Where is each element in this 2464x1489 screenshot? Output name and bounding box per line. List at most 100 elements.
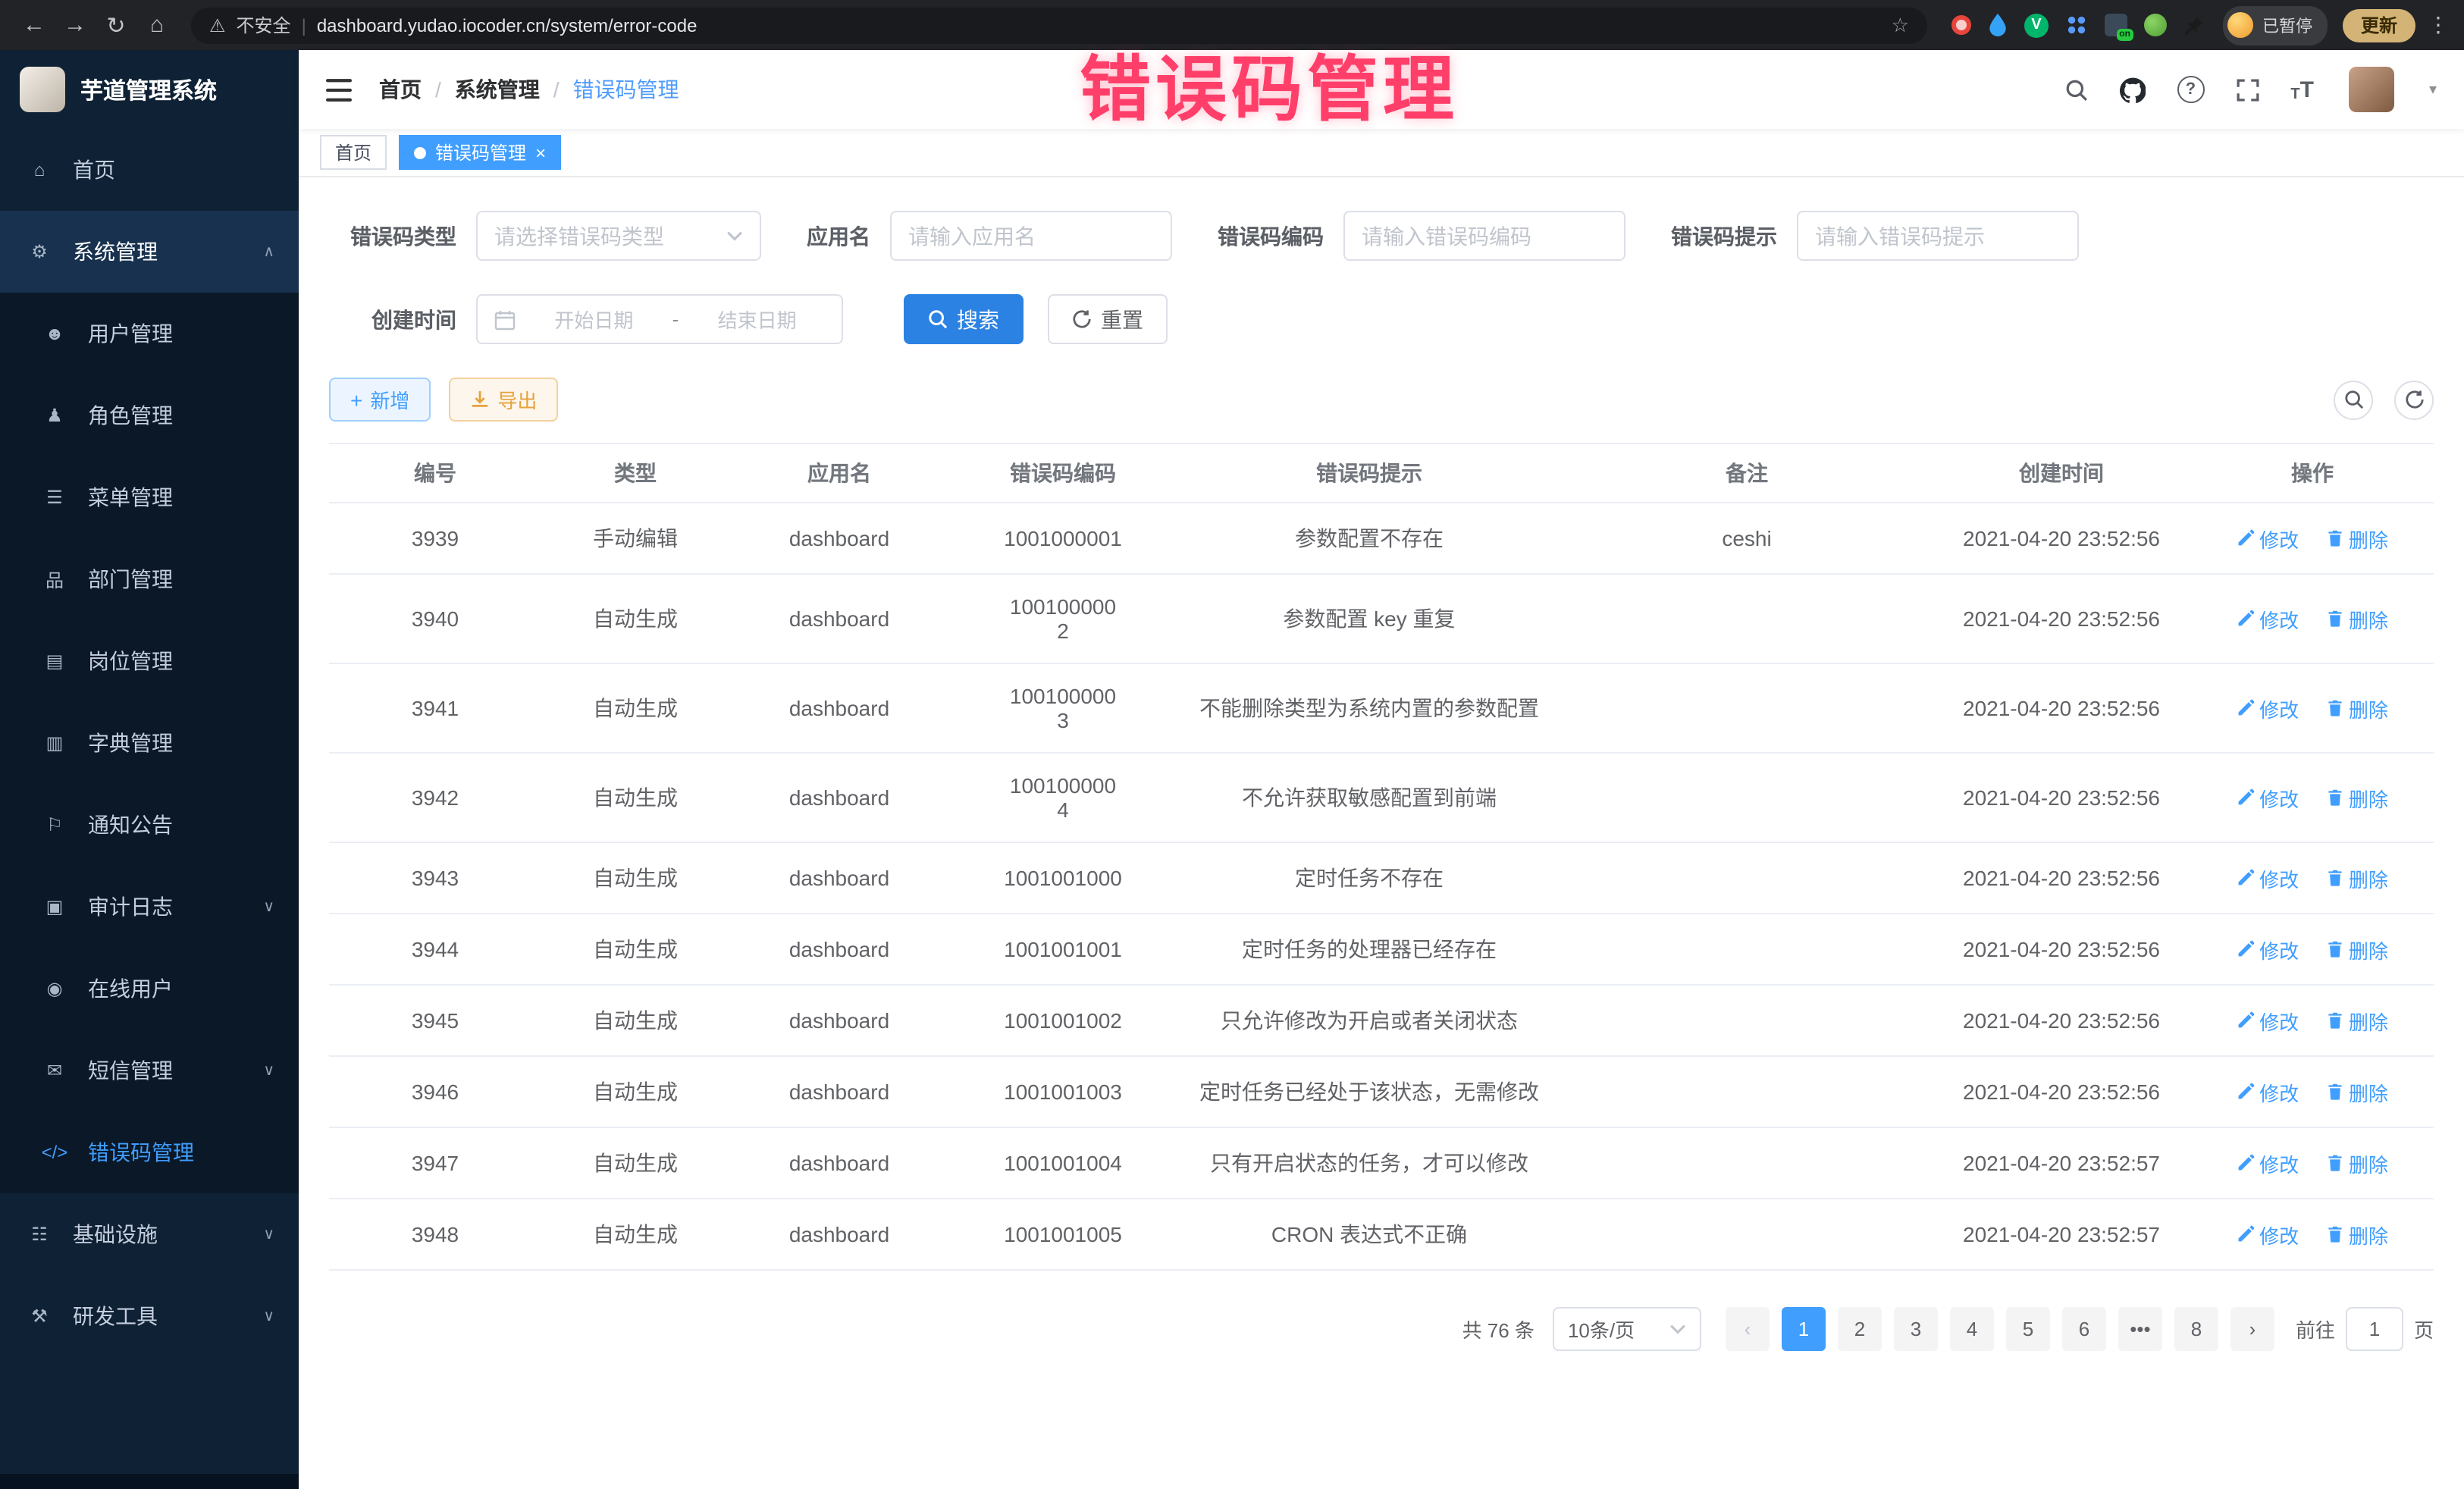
page-tab[interactable]: 首页 ×: [320, 135, 387, 170]
sidebar-item-menu-management[interactable]: ☰ 菜单管理: [0, 456, 299, 538]
edit-link[interactable]: 修改: [2237, 864, 2299, 892]
error-hint-input[interactable]: [1797, 211, 2079, 261]
page-number-button[interactable]: 8: [2174, 1307, 2218, 1351]
tab-close-icon[interactable]: ×: [535, 143, 546, 161]
sms-icon: ✉: [39, 1060, 70, 1081]
extension-red-ring-icon[interactable]: [1951, 15, 1971, 35]
browser-menu-icon[interactable]: ⋮: [2428, 12, 2449, 38]
page-tab[interactable]: 错误码管理 ×: [399, 135, 561, 170]
delete-link[interactable]: 删除: [2326, 935, 2388, 964]
page-number-button[interactable]: •••: [2118, 1307, 2162, 1351]
tab-label: 错误码管理: [435, 139, 526, 165]
page-unit-label: 页: [2414, 1315, 2434, 1343]
page-number-button[interactable]: 1: [1782, 1307, 1826, 1351]
extension-v-icon[interactable]: V: [2024, 13, 2049, 37]
toggle-search-icon[interactable]: [2334, 380, 2373, 419]
cell-time: 2021-04-20 23:52:56: [1932, 663, 2191, 753]
breadcrumb-item[interactable]: 错误码管理 /: [573, 74, 679, 105]
edit-link[interactable]: 修改: [2237, 1077, 2299, 1106]
sidebar-item-department-management[interactable]: 品 部门管理: [0, 538, 299, 620]
delete-link[interactable]: 删除: [2326, 864, 2388, 892]
help-icon[interactable]: ?: [2177, 76, 2204, 103]
cell-id: 3947: [329, 1127, 541, 1199]
app-name-input[interactable]: [890, 211, 1172, 261]
sidebar-item-system-management[interactable]: ⚙ 系统管理 ∧: [0, 211, 299, 293]
delete-link[interactable]: 删除: [2326, 524, 2388, 553]
app-logo-row[interactable]: 芋道管理系统: [0, 50, 299, 129]
reset-button[interactable]: 重置: [1048, 294, 1168, 344]
goto-page-input[interactable]: [2346, 1307, 2403, 1351]
sidebar-item-role-management[interactable]: ♟ 角色管理: [0, 375, 299, 456]
reload-icon[interactable]: ↻: [97, 6, 135, 44]
edit-link[interactable]: 修改: [2237, 1220, 2299, 1249]
back-icon[interactable]: ←: [15, 6, 53, 44]
edit-link[interactable]: 修改: [2237, 783, 2299, 812]
sync-paused-badge: 已暂停: [2262, 13, 2312, 37]
next-page-button[interactable]: ›: [2230, 1307, 2274, 1351]
add-button[interactable]: + 新增: [329, 378, 431, 422]
edit-link[interactable]: 修改: [2237, 524, 2299, 553]
delete-link[interactable]: 删除: [2326, 604, 2388, 633]
sidebar-item-user-management[interactable]: ☻ 用户管理: [0, 293, 299, 375]
extension-on-icon[interactable]: on: [2105, 14, 2127, 36]
forward-icon[interactable]: →: [56, 6, 94, 44]
page-number-button[interactable]: 5: [2006, 1307, 2050, 1351]
search-icon[interactable]: [2064, 78, 2087, 101]
prev-page-button[interactable]: ‹: [1726, 1307, 1770, 1351]
page-number-button[interactable]: 4: [1950, 1307, 1994, 1351]
sidebar-item-sms-management[interactable]: ✉ 短信管理 ∨: [0, 1030, 299, 1111]
error-code-input[interactable]: [1343, 211, 1625, 261]
sidebar-item-home[interactable]: ⌂ 首页: [0, 129, 299, 211]
refresh-table-icon[interactable]: [2394, 380, 2434, 419]
sidebar-item-infrastructure[interactable]: ☷ 基础设施 ∨: [0, 1193, 299, 1275]
sidebar-item-online-users[interactable]: ◉ 在线用户: [0, 948, 299, 1030]
edit-link[interactable]: 修改: [2237, 1149, 2299, 1177]
sidebar-item-dictionary-management[interactable]: ▥ 字典管理: [0, 702, 299, 784]
font-size-icon[interactable]: TT: [2290, 77, 2314, 102]
user-avatar[interactable]: [2349, 67, 2394, 112]
edit-link[interactable]: 修改: [2237, 604, 2299, 633]
breadcrumb-item[interactable]: 系统管理 /: [455, 74, 573, 105]
sidebar-item-error-code-management[interactable]: </> 错误码管理: [0, 1111, 299, 1193]
page-number-button[interactable]: 6: [2062, 1307, 2106, 1351]
pin-extension-icon[interactable]: [2183, 14, 2205, 36]
sidebar-item-position-management[interactable]: ▤ 岗位管理: [0, 620, 299, 702]
extension-grid-icon[interactable]: [2065, 14, 2088, 36]
delete-link[interactable]: 删除: [2326, 783, 2388, 812]
error-type-select[interactable]: 请选择错误码类型: [476, 211, 761, 261]
edit-link[interactable]: 修改: [2237, 935, 2299, 964]
download-icon: [470, 390, 490, 409]
page-number-button[interactable]: 3: [1894, 1307, 1938, 1351]
create-time-label: 创建时间: [329, 304, 456, 334]
delete-link[interactable]: 删除: [2326, 694, 2388, 723]
delete-link[interactable]: 删除: [2326, 1077, 2388, 1106]
breadcrumb-item[interactable]: 首页 /: [379, 74, 455, 105]
sidebar-item-dev-tools[interactable]: ⚒ 研发工具 ∨: [0, 1275, 299, 1357]
extension-drop-icon[interactable]: [1988, 14, 2008, 36]
sidebar-item-announcement[interactable]: ⚐ 通知公告: [0, 784, 299, 866]
cell-actions: 修改 删除: [2191, 1056, 2434, 1127]
browser-update-button[interactable]: 更新: [2343, 8, 2415, 42]
edit-link[interactable]: 修改: [2237, 1006, 2299, 1035]
page-size-select[interactable]: 10条/页: [1553, 1307, 1701, 1351]
home-icon[interactable]: ⌂: [138, 6, 176, 44]
date-range-picker[interactable]: 开始日期 - 结束日期: [476, 294, 843, 344]
sidebar-item-audit-log[interactable]: ▣ 审计日志 ∨: [0, 866, 299, 948]
bookmark-star-icon[interactable]: ☆: [1892, 13, 1909, 37]
address-bar[interactable]: ⚠ 不安全 | dashboard.yudao.iocoder.cn/syste…: [191, 7, 1927, 43]
browser-profile-chip[interactable]: 已暂停: [2223, 5, 2328, 45]
avatar-caret-icon[interactable]: ▾: [2429, 81, 2437, 98]
fullscreen-icon[interactable]: [2236, 78, 2259, 101]
page-number-button[interactable]: 2: [1838, 1307, 1882, 1351]
edit-link[interactable]: 修改: [2237, 694, 2299, 723]
delete-link[interactable]: 删除: [2326, 1149, 2388, 1177]
delete-link[interactable]: 删除: [2326, 1006, 2388, 1035]
extension-leaf-icon[interactable]: [2144, 14, 2167, 36]
sidebar-collapse-icon[interactable]: [326, 78, 352, 101]
delete-link[interactable]: 删除: [2326, 1220, 2388, 1249]
sidebar-footer: [0, 1474, 299, 1489]
github-icon[interactable]: [2119, 77, 2145, 102]
search-button[interactable]: 搜索: [904, 294, 1024, 344]
export-button[interactable]: 导出: [449, 378, 558, 422]
column-header-type: 类型: [541, 444, 729, 503]
